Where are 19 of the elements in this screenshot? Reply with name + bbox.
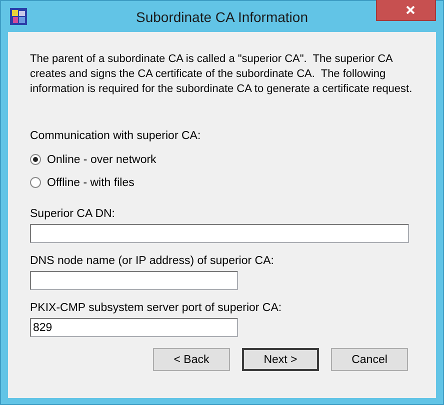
radio-label[interactable]: Offline - with files [47, 176, 134, 188]
input-field[interactable] [30, 271, 238, 290]
input-field[interactable]: 829 [30, 318, 238, 337]
dialog-button[interactable]: Cancel [331, 348, 408, 371]
close-button[interactable] [376, 0, 436, 21]
app-icon [10, 8, 27, 25]
radio-button[interactable] [30, 154, 41, 165]
description-text: The parent of a subordinate CA is called a "superior CA". The superior CA creates and signs the CA certificate of the subordinate CA. The following information is required for the subordinate CA to generate a certificate request. [30, 52, 414, 97]
field-label: DNS node name (or IP address) of superior CA: [30, 255, 275, 267]
dialog-button[interactable]: < Back [153, 348, 230, 371]
field-label: Superior CA DN: [30, 208, 116, 220]
radio-button[interactable] [30, 177, 41, 188]
dialog-button[interactable]: Next > [242, 348, 319, 371]
field-label: PKIX-CMP subsystem server port of superior CA: [30, 302, 283, 314]
input-field[interactable] [30, 224, 409, 243]
close-icon [406, 6, 415, 14]
window-title: Subordinate CA Information [136, 8, 308, 24]
radio-label[interactable]: Online - over network [47, 154, 156, 166]
group-label: Communication with superior CA: [30, 130, 202, 142]
